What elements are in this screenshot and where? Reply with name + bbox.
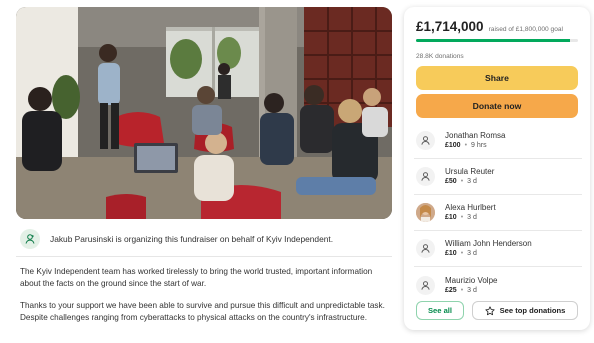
donor-user-icon xyxy=(416,275,435,295)
donation-item: Alexa Hurlbert £10 • 3 d xyxy=(414,195,582,231)
progress-bar-fill xyxy=(416,39,571,42)
campaign-story: The Kyiv Independent team has worked tir… xyxy=(20,266,390,334)
star-icon xyxy=(484,305,495,315)
donor-user-icon xyxy=(416,239,435,258)
separator-dot: • xyxy=(460,250,464,257)
raised-summary: £1,714,000 raised of £1,800,000 goal xyxy=(416,19,563,34)
donation-amount: £10 xyxy=(445,214,457,221)
separator-dot: • xyxy=(460,178,464,185)
donate-now-button[interactable]: Donate now xyxy=(416,94,578,118)
section-divider xyxy=(16,256,392,257)
separator-dot: • xyxy=(464,142,468,149)
story-paragraph-1: The Kyiv Independent team has worked tir… xyxy=(20,267,373,288)
donation-time: 3 d xyxy=(467,214,477,221)
donor-name: Ursula Reuter xyxy=(445,167,495,176)
donor-user-icon xyxy=(416,131,435,150)
separator-dot: • xyxy=(460,286,464,294)
hero-photo-illustration xyxy=(16,7,392,219)
raised-goal-text: raised of £1,800,000 goal xyxy=(488,26,563,33)
donation-time: 3 d xyxy=(467,250,477,257)
separator-dot: • xyxy=(460,214,464,221)
raised-amount: £1,714,000 xyxy=(416,19,484,34)
see-top-donations-button[interactable]: See top donations xyxy=(472,301,578,320)
organizer-row: Jakub Parusinski is organizing this fund… xyxy=(20,228,333,250)
donation-amount: £25 xyxy=(445,286,457,294)
donation-item: Jonathan Romsa £100 • 9 hrs xyxy=(414,123,582,159)
donation-item: William John Henderson £10 • 3 d xyxy=(414,231,582,267)
donation-time: 3 d xyxy=(467,286,477,294)
donation-count: 28.8K donations xyxy=(416,53,464,60)
donor-name: William John Henderson xyxy=(445,239,532,248)
donor-name: Maurizio Volpe xyxy=(445,275,498,285)
recent-donations-list: Jonathan Romsa £100 • 9 hrs Ursula Reuter … xyxy=(414,123,582,303)
see-top-donations-label: See top donations xyxy=(499,306,566,315)
story-paragraph-2: Thanks to your support we have been able… xyxy=(20,301,385,322)
donation-time: 3 d xyxy=(467,178,477,185)
share-button[interactable]: Share xyxy=(416,66,578,90)
donation-amount: £50 xyxy=(445,178,457,185)
donor-user-icon xyxy=(416,167,435,186)
donation-item: Ursula Reuter £50 • 3 d xyxy=(414,159,582,195)
campaign-hero-photo xyxy=(16,7,392,219)
donor-avatar-photo xyxy=(416,203,435,222)
donor-name: Alexa Hurlbert xyxy=(445,203,496,212)
donation-amount: £10 xyxy=(445,250,457,257)
progress-bar xyxy=(416,39,578,42)
organizer-user-icon xyxy=(20,229,40,249)
donation-time: 9 hrs xyxy=(471,142,487,149)
donation-amount: £100 xyxy=(445,142,461,149)
see-all-button[interactable]: See all xyxy=(416,301,464,320)
donor-name: Jonathan Romsa xyxy=(445,131,506,140)
organizer-text: Jakub Parusinski is organizing this fund… xyxy=(50,234,334,244)
donation-item: Maurizio Volpe £25 • 3 d xyxy=(414,267,582,303)
donation-sidebar-card: £1,714,000 raised of £1,800,000 goal 28.… xyxy=(404,7,590,330)
